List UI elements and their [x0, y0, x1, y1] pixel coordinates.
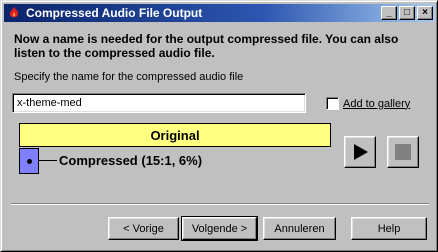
filename-prompt: Specify the name for the compressed audi…	[14, 71, 244, 83]
maximize-icon: □	[403, 7, 411, 18]
original-bar: Original	[19, 123, 331, 147]
next-button[interactable]: Volgende >	[181, 216, 258, 241]
close-icon: ×	[422, 7, 428, 18]
window-title: Compressed Audio File Output	[26, 6, 203, 20]
previous-button[interactable]: < Vorige	[108, 217, 179, 240]
stop-icon	[395, 144, 411, 160]
minimize-icon: _	[386, 7, 392, 18]
add-to-gallery-label[interactable]: Add to gallery	[343, 98, 410, 110]
maximize-button[interactable]: □	[399, 6, 415, 20]
compressed-bar	[19, 148, 39, 174]
compressed-label: Compressed (15:1, 6%)	[59, 153, 203, 168]
red-flame-icon[interactable]	[6, 5, 22, 21]
dialog-window: Compressed Audio File Output _ □ × Now a…	[0, 0, 438, 252]
compressed-leader-line	[39, 160, 57, 161]
original-label: Original	[150, 127, 200, 143]
title-bar[interactable]: Compressed Audio File Output _ □ ×	[4, 4, 435, 22]
add-to-gallery-checkbox[interactable]: Add to gallery	[326, 97, 410, 110]
close-button[interactable]: ×	[417, 6, 433, 20]
checkbox-box[interactable]	[326, 97, 339, 110]
play-button[interactable]	[344, 136, 376, 168]
separator-highlight	[11, 204, 429, 205]
minimize-button[interactable]: _	[381, 6, 397, 20]
filename-input[interactable]	[12, 93, 306, 113]
compressed-marker	[26, 158, 32, 164]
help-button[interactable]: Help	[351, 217, 427, 240]
instruction-heading: Now a name is needed for the output comp…	[14, 32, 399, 60]
cancel-button[interactable]: Annuleren	[263, 217, 336, 240]
play-icon	[354, 144, 368, 160]
stop-button[interactable]	[387, 136, 419, 168]
